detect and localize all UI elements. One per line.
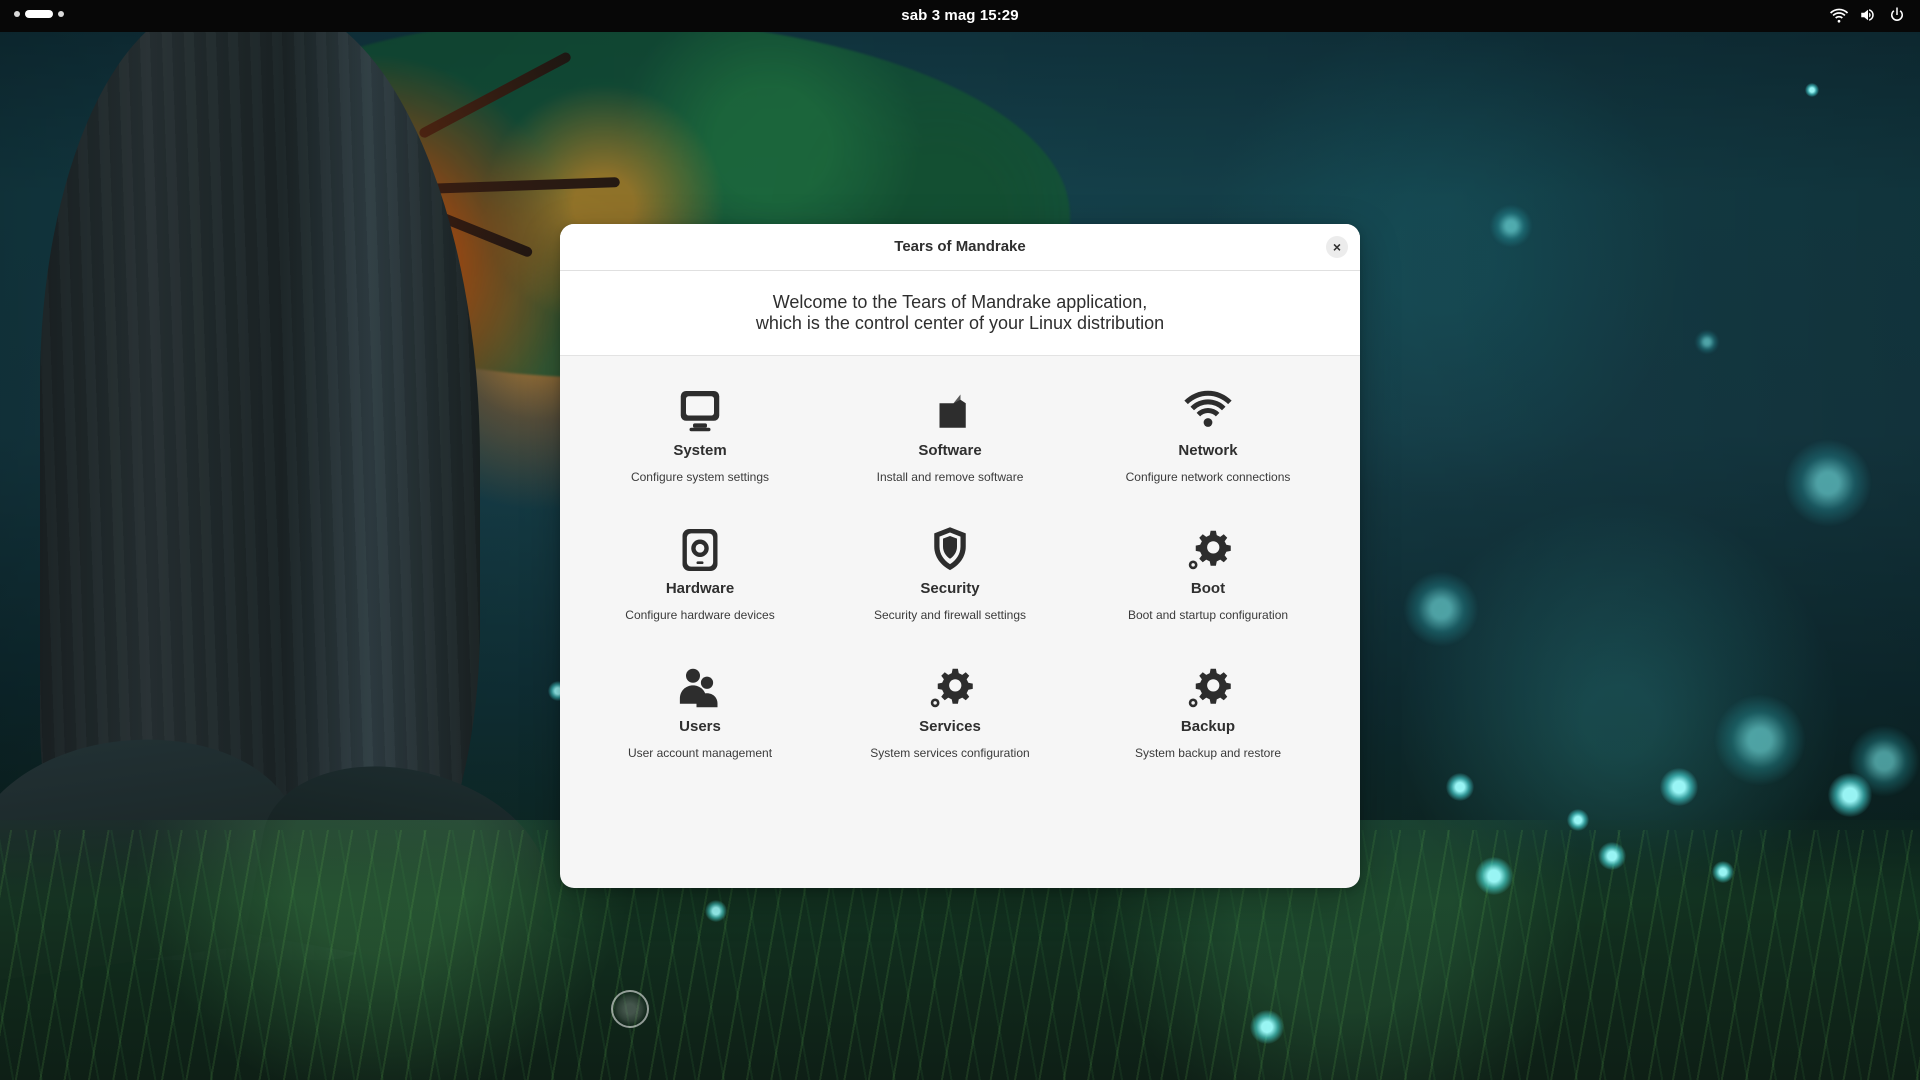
volume-icon[interactable] <box>1859 6 1877 24</box>
network-description: Configure network connections <box>1125 470 1291 484</box>
app-window: Tears of Mandrake × Welcome to the Tears… <box>560 224 1360 888</box>
backup-description: System backup and restore <box>1134 746 1282 760</box>
workspace-indicator[interactable] <box>14 10 64 18</box>
services-label: Services <box>919 718 981 735</box>
security-description: Security and firewall settings <box>873 608 1027 622</box>
light-orb <box>1475 857 1513 895</box>
software-label: Software <box>918 442 982 459</box>
hardware-item[interactable]: Hardware Configure hardware devices <box>575 522 825 642</box>
hardware-label: Hardware <box>665 580 735 597</box>
light-orb <box>1404 572 1478 646</box>
users-icon <box>672 660 728 716</box>
boot-item[interactable]: Boot Boot and startup configuration <box>1083 522 1333 642</box>
backup-label: Backup <box>1180 718 1236 735</box>
workspace-dot <box>58 11 64 17</box>
network-item[interactable]: Network Configure network connections <box>1083 384 1333 504</box>
light-orb <box>1712 861 1734 883</box>
boot-description: Boot and startup configuration <box>1127 608 1289 622</box>
light-orb <box>1695 330 1719 354</box>
light-orb <box>1805 83 1819 97</box>
security-label: Security <box>920 580 980 597</box>
system-label: System <box>673 442 727 459</box>
control-center-grid: System Configure system settings Softwar… <box>560 356 1360 760</box>
users-description: User account management <box>627 746 773 760</box>
window-title: Tears of Mandrake <box>894 238 1026 255</box>
active-workspace-pill <box>25 10 53 18</box>
shield-icon <box>922 522 978 578</box>
gear-icon <box>1180 522 1236 578</box>
cursor-indicator <box>611 990 649 1028</box>
welcome-line-2: which is the control center of your Linu… <box>755 313 1165 333</box>
light-orb <box>1598 842 1626 870</box>
package-icon <box>922 384 978 440</box>
monitor-icon <box>672 384 728 440</box>
light-orb <box>1567 809 1589 831</box>
services-item[interactable]: Services System services configuration <box>825 660 1075 780</box>
network-label: Network <box>1178 442 1238 459</box>
services-description: System services configuration <box>870 746 1030 760</box>
users-label: Users <box>679 718 721 735</box>
security-item[interactable]: Security Security and firewall settings <box>825 522 1075 642</box>
backup-item[interactable]: Backup System backup and restore <box>1083 660 1333 780</box>
power-icon[interactable] <box>1888 6 1906 24</box>
light-orb <box>1490 205 1532 247</box>
window-header: Tears of Mandrake × <box>560 224 1360 271</box>
hardware-icon <box>672 522 728 578</box>
light-orb <box>705 900 727 922</box>
light-orb <box>1828 773 1872 817</box>
hardware-description: Configure hardware devices <box>625 608 775 622</box>
desktop-background: sab 3 mag 15:29 Tears of Mandrake × Welc… <box>0 0 1920 1080</box>
welcome-line-1: Welcome to the Tears of Mandrake applica… <box>772 292 1148 312</box>
close-button[interactable]: × <box>1326 236 1348 258</box>
boot-label: Boot <box>1190 580 1226 597</box>
light-orb <box>1250 1010 1284 1044</box>
workspace-dot <box>14 11 20 17</box>
light-orb <box>1660 768 1698 806</box>
light-orb <box>1715 695 1805 785</box>
light-orb <box>1785 440 1871 526</box>
system-item[interactable]: System Configure system settings <box>575 384 825 504</box>
status-icons[interactable] <box>1830 6 1906 24</box>
software-description: Install and remove software <box>876 470 1024 484</box>
software-item[interactable]: Software Install and remove software <box>825 384 1075 504</box>
clock-label[interactable]: sab 3 mag 15:29 <box>901 7 1018 24</box>
system-description: Configure system settings <box>630 470 770 484</box>
wifi-icon[interactable] <box>1830 6 1848 24</box>
welcome-panel: Welcome to the Tears of Mandrake applica… <box>560 271 1360 356</box>
wifi-icon <box>1180 384 1236 440</box>
light-orb <box>1446 773 1474 801</box>
users-item[interactable]: Users User account management <box>575 660 825 780</box>
gear-icon <box>1180 660 1236 716</box>
gear-icon <box>922 660 978 716</box>
top-bar: sab 3 mag 15:29 <box>0 0 1920 32</box>
